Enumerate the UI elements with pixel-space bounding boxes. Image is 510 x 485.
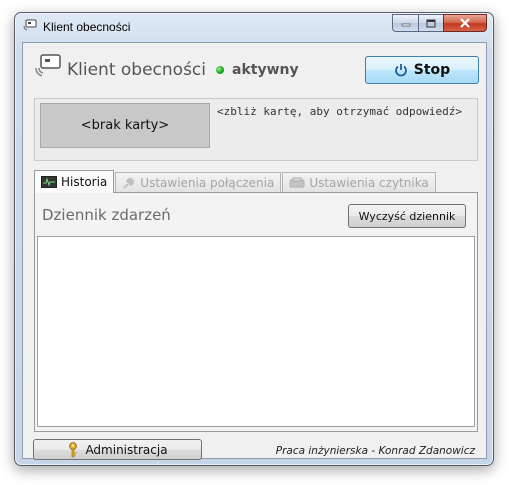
card-reader-logo-icon [35,54,61,77]
app-title: Klient obecności [67,60,206,80]
tab-history[interactable]: Historia [34,170,115,193]
app-window: Klient obecności Klient obecności aktywn… [14,12,494,466]
power-icon [394,64,407,77]
minimize-button[interactable] [392,14,418,32]
history-panel: Dziennik zdarzeń Wyczyść dziennik [34,192,478,432]
card-reader-icon [289,177,305,187]
tab-reader-settings[interactable]: Ustawienia czytnika [282,172,436,192]
client-area: Klient obecności aktywny Stop <brak kart… [22,42,487,460]
log-title: Dziennik zdarzeń [42,206,171,224]
window-controls [392,14,487,32]
minimize-icon [401,23,410,27]
log-monitor-icon [41,176,57,188]
close-button[interactable] [443,14,487,32]
tab-strip: Historia Ustawienia połączenia Ustawieni… [34,170,437,193]
tab-reader-label: Ustawienia czytnika [309,175,429,190]
app-icon [23,19,37,31]
maximize-button[interactable] [418,14,443,32]
log-list[interactable] [37,236,475,427]
card-display: <brak karty> [40,103,210,148]
card-hint: <zbliż kartę, aby otrzymać odpowiedź> [217,105,463,118]
window-title: Klient obecności [43,20,131,34]
tab-connection-settings[interactable]: Ustawienia połączenia [115,172,282,192]
plug-icon [123,176,135,189]
clear-log-button[interactable]: Wyczyść dziennik [348,204,466,228]
status-text: aktywny [232,62,299,78]
credits-text: Praca inżynierska - Konrad Zdanowicz [275,445,475,457]
administration-label: Administracja [85,442,168,457]
tab-history-label: Historia [61,175,108,189]
stop-button[interactable]: Stop [365,56,479,84]
maximize-icon [426,19,436,27]
key-icon [69,441,78,457]
tab-connection-label: Ustawienia połączenia [140,175,275,190]
status-indicator-icon [216,66,224,74]
administration-button[interactable]: Administracja [33,439,202,460]
card-panel: <brak karty> <zbliż kartę, aby otrzymać … [34,98,478,161]
close-icon [460,18,470,28]
stop-label: Stop [413,62,451,78]
title-bar[interactable]: Klient obecności [15,13,493,41]
